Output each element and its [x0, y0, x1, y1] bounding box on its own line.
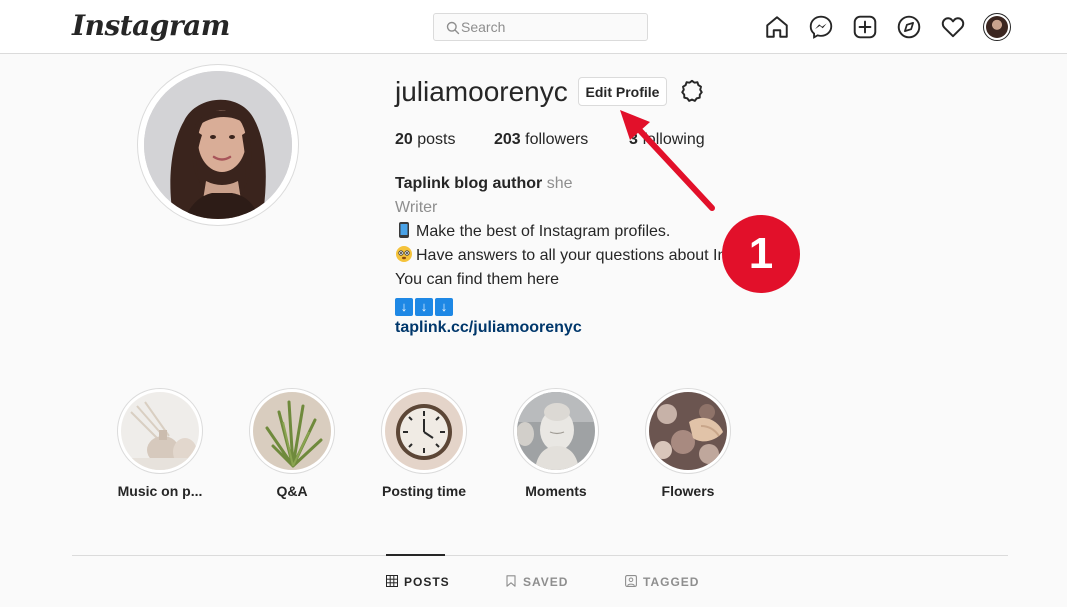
down-arrow-icon: ↓ [415, 298, 433, 316]
highlight-qa[interactable]: Q&A [249, 388, 335, 499]
following-label: following [642, 131, 705, 148]
bio-line-3: You can find them here [395, 271, 559, 288]
thinking-face-icon [396, 246, 412, 262]
bio-arrows: ↓ ↓ ↓ [395, 292, 735, 316]
grid-icon [386, 575, 398, 587]
messenger-icon[interactable] [808, 14, 834, 40]
highlight-label: Q&A [276, 483, 308, 499]
search-icon [446, 21, 460, 35]
bio-pronoun: she [546, 175, 573, 192]
tagged-user-icon [625, 575, 637, 587]
followers-label: followers [525, 131, 589, 148]
down-arrow-icon: ↓ [435, 298, 453, 316]
followers-stat[interactable]: 203 followers [494, 131, 588, 149]
posts-label: posts [417, 131, 456, 148]
annotation-number-badge: 1 [722, 215, 800, 293]
tab-label: TAGGED [643, 575, 700, 589]
tab-saved[interactable]: SAVED [505, 575, 568, 589]
highlight-flowers[interactable]: Flowers [645, 388, 731, 499]
active-tab-indicator [386, 554, 445, 556]
tab-label: SAVED [523, 575, 569, 589]
top-navigation-bar: Instagram [0, 0, 1067, 54]
tab-label: POSTS [404, 575, 450, 589]
tab-tagged[interactable]: TAGGED [625, 575, 699, 589]
highlight-label: Music on p... [117, 483, 203, 499]
profile-bio: Taplink blog author she Writer Make the … [395, 172, 735, 340]
down-arrow-icon: ↓ [395, 298, 413, 316]
highlight-posting-time[interactable]: Posting time [381, 388, 467, 499]
activity-heart-icon[interactable] [940, 14, 966, 40]
bio-name: Taplink blog author [395, 175, 543, 192]
followers-count: 203 [494, 131, 521, 148]
instagram-logo[interactable]: Instagram [72, 9, 230, 42]
profile-avatar[interactable] [983, 13, 1011, 41]
following-stat[interactable]: 3 following [629, 131, 705, 149]
profile-picture[interactable] [137, 64, 299, 226]
edit-profile-button[interactable]: Edit Profile [578, 77, 667, 106]
bookmark-icon [506, 575, 516, 587]
highlight-label: Flowers [661, 483, 715, 499]
settings-gear-icon[interactable] [679, 78, 705, 104]
new-post-icon[interactable] [852, 14, 878, 40]
explore-icon[interactable] [896, 14, 922, 40]
highlight-music[interactable]: Music on p... [117, 388, 203, 499]
following-count: 3 [629, 131, 638, 148]
mobile-phone-icon [399, 222, 409, 238]
tabs-divider [72, 555, 1008, 556]
highlight-label: Posting time [381, 483, 466, 499]
bio-category: Writer [395, 199, 438, 216]
highlight-label: Moments [525, 483, 587, 499]
posts-stat: 20 posts [395, 131, 456, 149]
search-box[interactable] [433, 13, 648, 41]
profile-username: juliamoorenyc [395, 76, 568, 107]
home-icon[interactable] [764, 14, 790, 40]
bio-link[interactable]: taplink.cc/juliamoorenyc [395, 319, 582, 336]
highlight-moments[interactable]: Moments [513, 388, 599, 499]
posts-count: 20 [395, 131, 413, 148]
tab-posts[interactable]: POSTS [386, 575, 450, 589]
bio-line-2: Have answers to all your questions about… [416, 247, 735, 264]
search-input[interactable] [461, 15, 641, 39]
bio-line-1: Make the best of Instagram profiles. [416, 223, 671, 240]
